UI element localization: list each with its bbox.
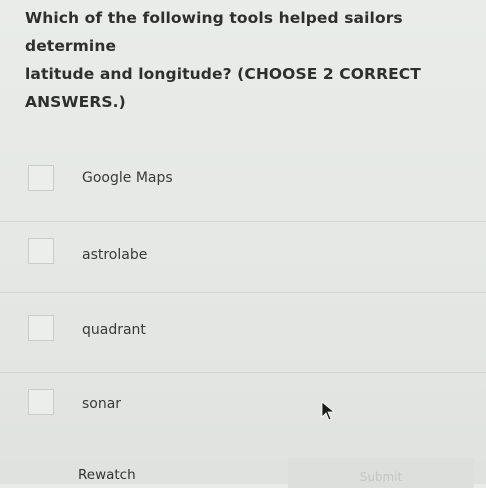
question-line-1: Which of the following tools helped sail… xyxy=(25,9,403,55)
checkbox[interactable] xyxy=(28,238,54,264)
question-line-3: ANSWERS.) xyxy=(25,93,126,111)
checkbox[interactable] xyxy=(28,389,54,415)
option-label: sonar xyxy=(82,396,122,412)
option-label: astrolabe xyxy=(82,247,148,263)
answer-option-sonar[interactable]: sonar xyxy=(0,372,486,446)
option-label: quadrant xyxy=(82,322,146,338)
question-text: Which of the following tools helped sail… xyxy=(25,4,481,116)
rewatch-link[interactable]: Rewatch xyxy=(78,467,136,483)
checkbox[interactable] xyxy=(28,165,54,191)
answer-option-google-maps[interactable]: Google Maps xyxy=(0,142,486,216)
question-line-2: latitude and longitude? (CHOOSE 2 CORREC… xyxy=(25,65,421,83)
option-label: Google Maps xyxy=(82,170,173,186)
checkbox[interactable] xyxy=(28,315,54,341)
answer-option-astrolabe[interactable]: astrolabe xyxy=(0,221,486,295)
mouse-pointer-icon xyxy=(321,401,336,421)
answer-option-quadrant[interactable]: quadrant xyxy=(0,292,486,366)
